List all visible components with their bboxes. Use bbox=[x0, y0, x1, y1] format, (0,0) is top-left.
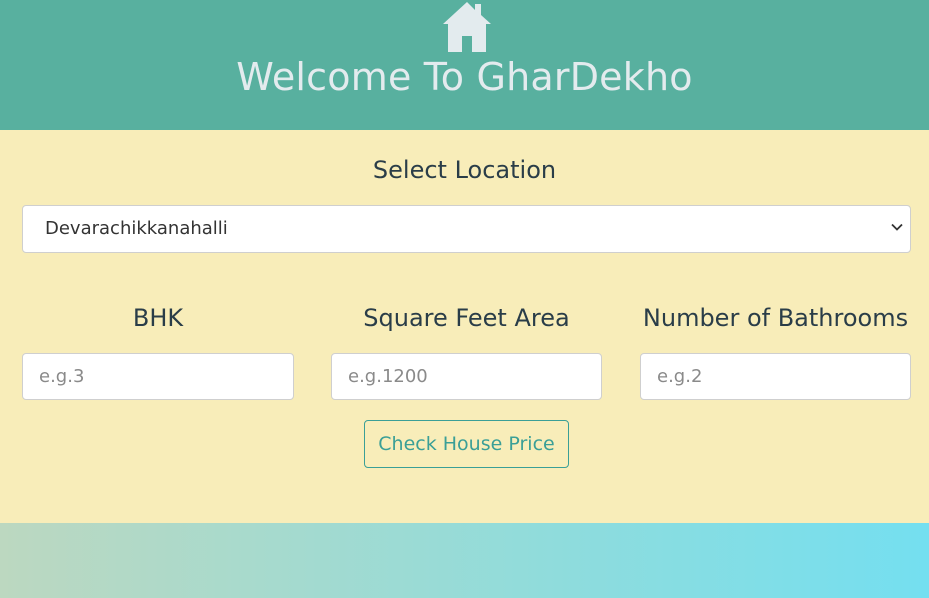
location-label: Select Location bbox=[372, 156, 557, 184]
location-select-value: Devarachikkanahalli bbox=[45, 218, 228, 239]
price-form: Select Location Devarachikkanahalli BHK … bbox=[0, 130, 929, 523]
location-select[interactable]: Devarachikkanahalli bbox=[22, 205, 911, 253]
bhk-label: BHK bbox=[132, 304, 184, 332]
bath-field-wrap bbox=[640, 353, 911, 400]
bhk-input[interactable] bbox=[23, 354, 293, 399]
check-price-button[interactable]: Check House Price bbox=[364, 420, 569, 468]
sqft-label: Square Feet Area bbox=[363, 304, 570, 332]
page-title: Welcome To GharDekho bbox=[236, 55, 693, 99]
footer-band bbox=[0, 523, 929, 598]
chevron-down-icon bbox=[891, 223, 903, 231]
bath-label: Number of Bathrooms bbox=[642, 304, 909, 332]
sqft-input[interactable] bbox=[332, 354, 601, 399]
bath-input[interactable] bbox=[641, 354, 910, 399]
home-icon bbox=[443, 2, 491, 52]
sqft-field-wrap bbox=[331, 353, 602, 400]
page-header: Welcome To GharDekho bbox=[0, 0, 929, 130]
bhk-field-wrap bbox=[22, 353, 294, 400]
